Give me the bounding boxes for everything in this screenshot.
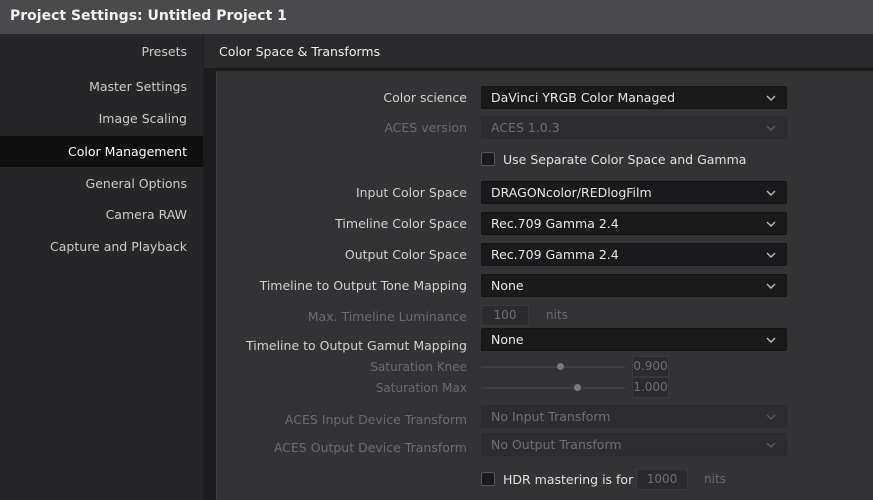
sidebar-item-presets[interactable]: Presets [0,36,203,67]
chevron-down-icon [766,125,776,131]
sidebar-item-label: Image Scaling [98,111,187,126]
window-title: Project Settings: Untitled Project 1 [10,8,287,24]
sidebar-item-label: Capture and Playback [50,239,187,254]
timeline-color-space-label: Timeline Color Space [335,216,467,231]
section-title: Color Space & Transforms [219,44,381,59]
aces-idt-label: ACES Input Device Transform [284,412,467,427]
hdr-mastering-unit: nits [704,472,726,486]
chevron-down-icon [766,95,776,101]
input-color-space-select[interactable]: DRAGONcolor/REDlogFilm [481,181,787,204]
sidebar-item-general-options[interactable]: General Options [0,168,203,199]
aces-version-select[interactable]: ACES 1.0.3 [481,116,787,139]
chevron-down-icon [766,283,776,289]
select-value: ACES 1.0.3 [491,120,560,135]
select-value: None [491,332,524,347]
sidebar-item-label: Master Settings [89,79,187,94]
saturation-max-label: Saturation Max [375,381,467,395]
chevron-down-icon [766,442,776,448]
gamut-mapping-label: Timeline to Output Gamut Mapping [245,338,467,353]
aces-odt-label: ACES Output Device Transform [273,440,467,455]
title-bar: Project Settings: Untitled Project 1 [0,0,873,35]
chevron-down-icon [766,414,776,420]
chevron-down-icon [766,221,776,227]
sidebar-item-label: Camera RAW [105,207,187,222]
color-science-select[interactable]: DaVinci YRGB Color Managed [481,86,787,109]
sidebar-item-image-scaling[interactable]: Image Scaling [0,103,203,134]
max-luminance-label: Max. Timeline Luminance [307,309,467,324]
sidebar-item-label: Color Management [68,144,187,159]
max-luminance-unit: nits [546,308,568,322]
max-luminance-input[interactable]: 100 [481,305,529,326]
aces-idt-select[interactable]: No Input Transform [481,405,787,428]
select-value: DRAGONcolor/REDlogFilm [491,185,652,200]
input-color-space-label: Input Color Space [355,185,467,200]
select-value: Rec.709 Gamma 2.4 [491,247,619,262]
output-color-space-label: Output Color Space [344,247,467,262]
chevron-down-icon [766,190,776,196]
hdr-mastering-label: HDR mastering is for [503,472,634,487]
tone-mapping-select[interactable]: None [481,274,787,297]
saturation-knee-input[interactable]: 0.900 [632,356,669,377]
separate-color-space-label: Use Separate Color Space and Gamma [503,152,747,167]
output-color-space-select[interactable]: Rec.709 Gamma 2.4 [481,243,787,266]
sidebar-item-master-settings[interactable]: Master Settings [0,71,203,102]
aces-version-label: ACES version [384,120,467,135]
timeline-color-space-select[interactable]: Rec.709 Gamma 2.4 [481,212,787,235]
aces-odt-select[interactable]: No Output Transform [481,433,787,456]
gamut-mapping-select[interactable]: None [481,328,787,351]
separate-color-space-checkbox[interactable] [481,152,495,166]
sidebar-item-label: Presets [141,44,188,59]
tone-mapping-label: Timeline to Output Tone Mapping [259,278,467,293]
saturation-knee-label: Saturation Knee [370,360,467,374]
hdr-mastering-input[interactable]: 1000 [636,469,688,490]
select-value: Rec.709 Gamma 2.4 [491,216,619,231]
saturation-knee-slider[interactable] [481,366,625,368]
select-value: No Input Transform [491,409,611,424]
select-value: None [491,278,524,293]
select-value: DaVinci YRGB Color Managed [491,90,676,105]
color-science-label: Color science [383,90,467,105]
saturation-max-input[interactable]: 1.000 [632,377,669,398]
sidebar-item-camera-raw[interactable]: Camera RAW [0,199,203,230]
sidebar-item-label: General Options [85,176,187,191]
sidebar-item-capture-playback[interactable]: Capture and Playback [0,231,203,262]
chevron-down-icon [766,337,776,343]
hdr-mastering-checkbox[interactable] [481,472,495,486]
sidebar-item-color-management[interactable]: Color Management [0,136,203,167]
chevron-down-icon [766,252,776,258]
settings-sidebar: Presets Master Settings Image Scaling Co… [0,35,203,500]
section-header: Color Space & Transforms [204,35,873,69]
saturation-max-slider[interactable] [481,387,625,389]
select-value: No Output Transform [491,437,622,452]
